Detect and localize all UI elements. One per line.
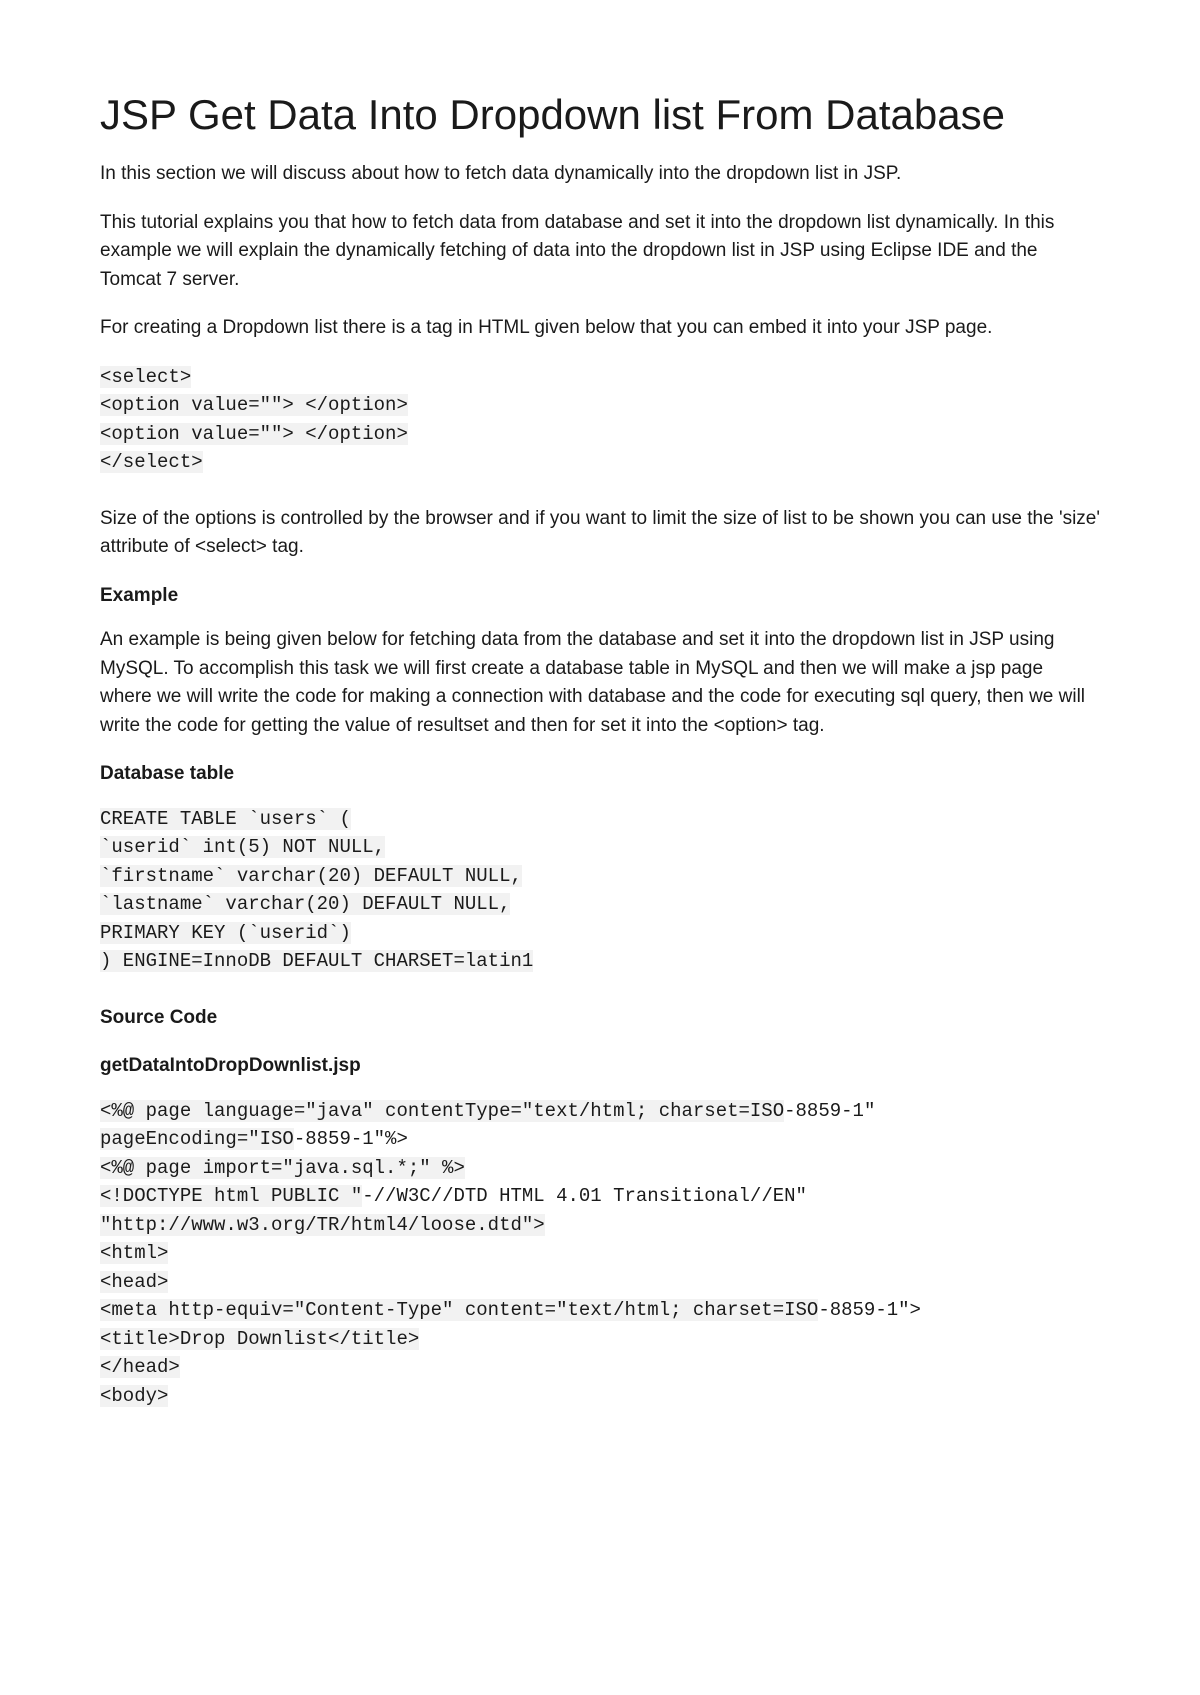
heading-example: Example	[100, 582, 1100, 611]
page-title: JSP Get Data Into Dropdown list From Dat…	[100, 90, 1100, 140]
heading-database-table: Database table	[100, 760, 1100, 789]
code-snippet-select: <select> <option value=""> </option> <op…	[100, 363, 1100, 477]
body-paragraph: For creating a Dropdown list there is a …	[100, 314, 1100, 343]
code-snippet-jsp: <%@ page language="java" contentType="te…	[100, 1097, 1100, 1411]
code-snippet-sql: CREATE TABLE `users` ( `userid` int(5) N…	[100, 805, 1100, 976]
intro-paragraph: In this section we will discuss about ho…	[100, 160, 1100, 189]
body-paragraph: This tutorial explains you that how to f…	[100, 209, 1100, 295]
heading-source-code: Source Code	[100, 1004, 1100, 1033]
heading-filename: getDataIntoDropDownlist.jsp	[100, 1052, 1100, 1081]
body-paragraph: An example is being given below for fetc…	[100, 626, 1100, 740]
body-paragraph: Size of the options is controlled by the…	[100, 505, 1100, 562]
